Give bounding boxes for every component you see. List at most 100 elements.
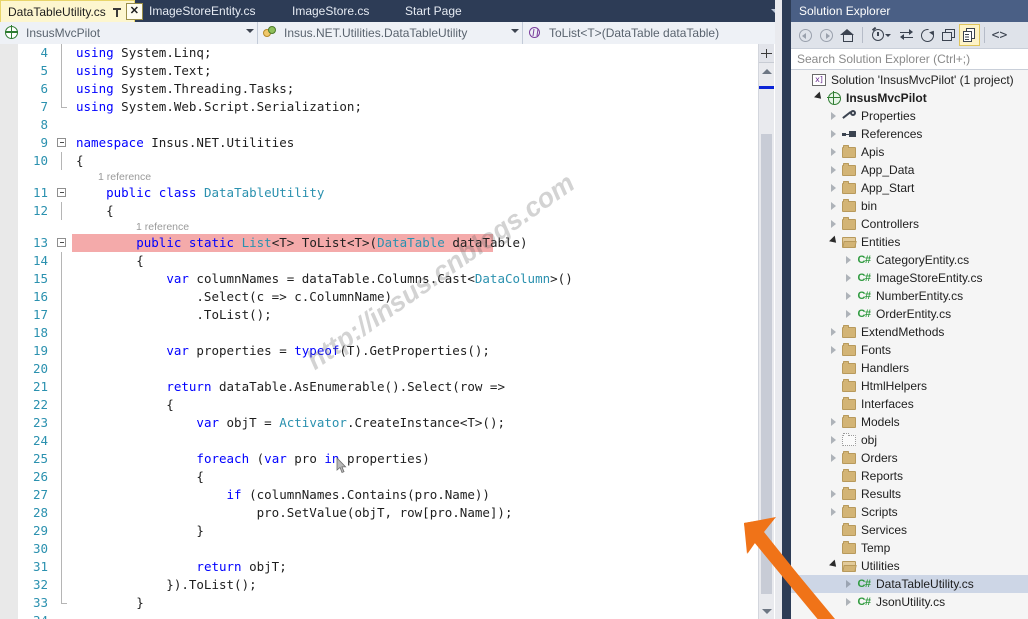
code-line[interactable]: 19 var properties = typeof(T).GetPropert…	[18, 342, 760, 360]
chevron-right-icon[interactable]	[842, 274, 855, 282]
tree-item-numberentity-cs[interactable]: C# NumberEntity.cs	[791, 287, 1028, 305]
project-dropdown-arrow[interactable]	[242, 29, 257, 37]
tree-item-interfaces[interactable]: Interfaces	[791, 395, 1028, 413]
view-code-icon[interactable]: <>	[989, 24, 1010, 46]
pin-icon[interactable]	[111, 5, 124, 19]
indicator-margin[interactable]	[0, 44, 18, 619]
codelens-reference-count[interactable]: 1 reference	[18, 220, 760, 234]
editor-tab-start-page[interactable]: Start Page	[391, 0, 496, 22]
tree-item-insusmvcpilot[interactable]: InsusMvcPilot	[791, 89, 1028, 107]
scroll-up-button[interactable]	[759, 63, 774, 79]
sync-with-active-document-icon[interactable]	[896, 24, 917, 46]
code-line[interactable]: 22 {	[18, 396, 760, 414]
tree-item-htmlhelpers[interactable]: HtmlHelpers	[791, 377, 1028, 395]
code-line[interactable]: 11 public class DataTableUtility	[18, 184, 760, 202]
chevron-right-icon[interactable]	[842, 580, 855, 588]
tree-item-datatableutility-cs[interactable]: C# DataTableUtility.cs	[791, 575, 1028, 593]
code-line[interactable]: 9 namespace Insus.NET.Utilities	[18, 134, 760, 152]
pending-changes-icon[interactable]	[867, 24, 896, 46]
chevron-right-icon[interactable]	[842, 292, 855, 300]
chevron-right-icon[interactable]	[827, 148, 840, 156]
chevron-down-icon[interactable]	[827, 235, 840, 246]
tree-item-obj[interactable]: obj	[791, 431, 1028, 449]
tree-item-imagestoreentity-cs[interactable]: C# ImageStoreEntity.cs	[791, 269, 1028, 287]
code-line[interactable]: 8	[18, 116, 760, 134]
code-line[interactable]: 4 using System.Linq;	[18, 44, 760, 62]
code-line[interactable]: 33 }	[18, 594, 760, 612]
code-line[interactable]: 27 if (columnNames.Contains(pro.Name))	[18, 486, 760, 504]
tree-item-controllers[interactable]: Controllers	[791, 215, 1028, 233]
split-view-button[interactable]	[759, 44, 774, 63]
show-all-files-icon[interactable]	[959, 24, 980, 46]
code-line[interactable]: 30	[18, 540, 760, 558]
tree-item-temp[interactable]: Temp	[791, 539, 1028, 557]
chevron-right-icon[interactable]	[827, 328, 840, 336]
tree-item-orders[interactable]: Orders	[791, 449, 1028, 467]
code-line[interactable]: 14 {	[18, 252, 760, 270]
chevron-right-icon[interactable]	[827, 130, 840, 138]
search-input[interactable]	[791, 48, 1028, 70]
refresh-icon[interactable]	[917, 24, 938, 46]
code-line[interactable]: 17 .ToList();	[18, 306, 760, 324]
chevron-right-icon[interactable]	[827, 112, 840, 120]
member-dropdown[interactable]: ToList<T>(DataTable dataTable)	[523, 22, 788, 44]
code-line[interactable]: 10 {	[18, 152, 760, 170]
code-editor[interactable]: 4 using System.Linq; 5 using System.Text; 6 u…	[0, 44, 790, 619]
chevron-right-icon[interactable]	[827, 436, 840, 444]
code-line[interactable]: 18	[18, 324, 760, 342]
chevron-right-icon[interactable]	[827, 508, 840, 516]
chevron-down-icon[interactable]	[812, 91, 825, 102]
tree-item-services[interactable]: Services	[791, 521, 1028, 539]
code-line[interactable]: 23 var objT = Activator.CreateInstance<T…	[18, 414, 760, 432]
tree-item-orderentity-cs[interactable]: C# OrderEntity.cs	[791, 305, 1028, 323]
scroll-down-button[interactable]	[759, 603, 774, 619]
code-line[interactable]: 31 return objT;	[18, 558, 760, 576]
home-icon[interactable]	[837, 24, 858, 46]
tree-item-handlers[interactable]: Handlers	[791, 359, 1028, 377]
tree-item-solution-insusmvcpilot-1-project[interactable]: x] Solution 'InsusMvcPilot' (1 project)	[791, 71, 1028, 89]
editor-tab-imagestore-cs[interactable]: ImageStore.cs	[278, 0, 391, 22]
chevron-right-icon[interactable]	[827, 454, 840, 462]
chevron-right-icon[interactable]	[827, 166, 840, 174]
tree-item-utilities[interactable]: Utilities	[791, 557, 1028, 575]
tree-item-bin[interactable]: bin	[791, 197, 1028, 215]
tree-item-results[interactable]: Results	[791, 485, 1028, 503]
code-line[interactable]: 26 {	[18, 468, 760, 486]
tree-item-app-data[interactable]: App_Data	[791, 161, 1028, 179]
code-line[interactable]: 15 var columnNames = dataTable.Columns.C…	[18, 270, 760, 288]
tree-item-scripts[interactable]: Scripts	[791, 503, 1028, 521]
tree-item-properties[interactable]: Properties	[791, 107, 1028, 125]
tree-item-extendmethods[interactable]: ExtendMethods	[791, 323, 1028, 341]
outlining-glyph[interactable]	[54, 234, 72, 252]
tree-item-reports[interactable]: Reports	[791, 467, 1028, 485]
code-line[interactable]: 28 pro.SetValue(objT, row[pro.Name]);	[18, 504, 760, 522]
chevron-right-icon[interactable]	[842, 598, 855, 606]
tree-item-models[interactable]: Models	[791, 413, 1028, 431]
chevron-right-icon[interactable]	[842, 310, 855, 318]
editor-tab-datatableutility-cs[interactable]: DataTableUtility.cs ✕	[0, 0, 143, 22]
code-line[interactable]: 34	[18, 612, 760, 619]
collapse-all-icon[interactable]	[938, 24, 959, 46]
chevron-right-icon[interactable]	[827, 220, 840, 228]
tree-item-fonts[interactable]: Fonts	[791, 341, 1028, 359]
code-line[interactable]: 32 }).ToList();	[18, 576, 760, 594]
chevron-right-icon[interactable]	[827, 490, 840, 498]
outlining-glyph[interactable]	[54, 184, 72, 202]
forward-icon[interactable]	[816, 24, 837, 46]
code-line[interactable]: 24	[18, 432, 760, 450]
editor-tab-imagestoreentity-cs[interactable]: ImageStoreEntity.cs	[135, 0, 278, 22]
tree-item-apis[interactable]: Apis	[791, 143, 1028, 161]
search-solution-explorer[interactable]	[791, 48, 1028, 70]
tree-item-entities[interactable]: Entities	[791, 233, 1028, 251]
codelens-reference-count[interactable]: 1 reference	[18, 170, 760, 184]
project-dropdown[interactable]: InsusMvcPilot	[0, 22, 258, 44]
outlining-glyph[interactable]	[54, 134, 72, 152]
type-dropdown[interactable]: Insus.NET.Utilities.DataTableUtility	[258, 22, 523, 44]
code-line[interactable]: 29 }	[18, 522, 760, 540]
code-line[interactable]: 25 foreach (var pro in properties)	[18, 450, 760, 468]
code-line[interactable]: 20	[18, 360, 760, 378]
chevron-down-icon[interactable]	[827, 559, 840, 570]
tree-item-app-start[interactable]: App_Start	[791, 179, 1028, 197]
chevron-right-icon[interactable]	[842, 256, 855, 264]
code-line[interactable]: 13 public static List<T> ToList<T>(DataT…	[18, 234, 760, 252]
